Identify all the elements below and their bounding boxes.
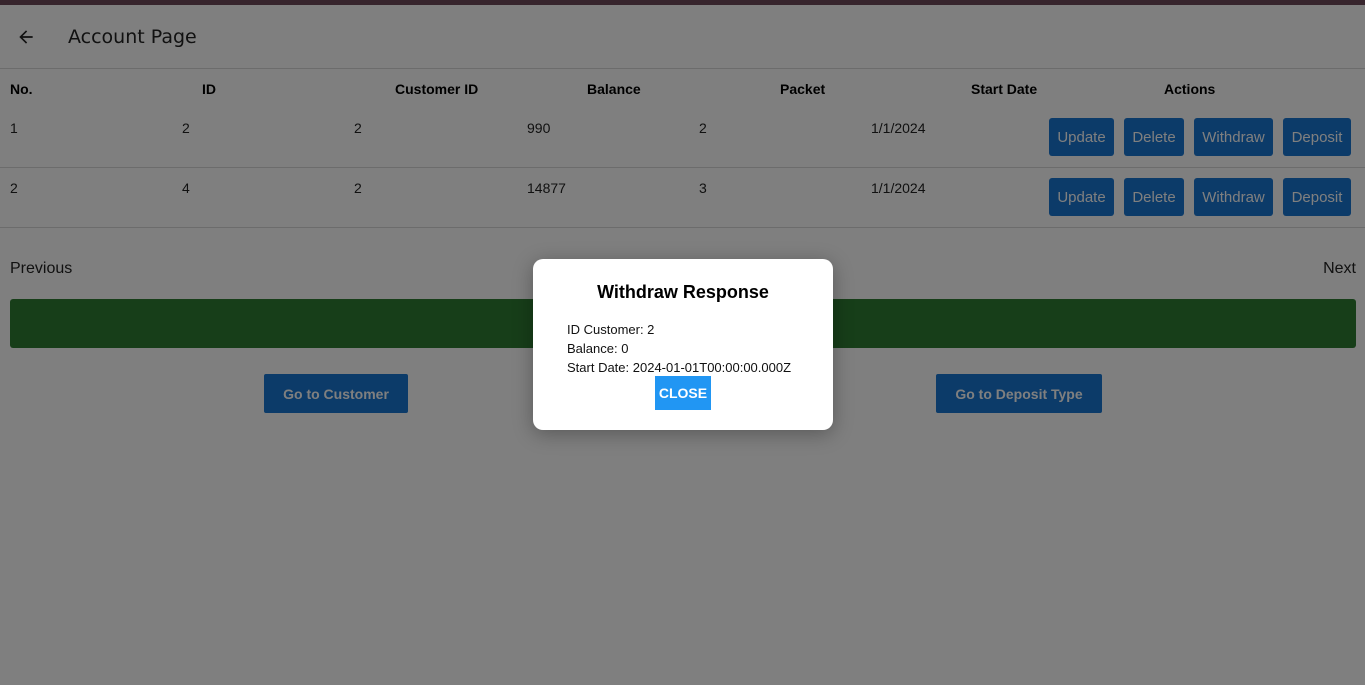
dialog-body: ID Customer: 2 Balance: 0 Start Date: 20… — [567, 320, 791, 377]
close-button[interactable]: CLOSE — [655, 376, 711, 410]
dialog-title: Withdraw Response — [597, 282, 769, 302]
dialog-customer-id: ID Customer: 2 — [567, 322, 655, 337]
dialog-balance: Balance: 0 — [567, 341, 629, 356]
withdraw-response-dialog: Withdraw Response ID Customer: 2 Balance… — [533, 259, 833, 430]
dialog-start-date: Start Date: 2024-01-01T00:00:00.000Z — [567, 360, 792, 375]
